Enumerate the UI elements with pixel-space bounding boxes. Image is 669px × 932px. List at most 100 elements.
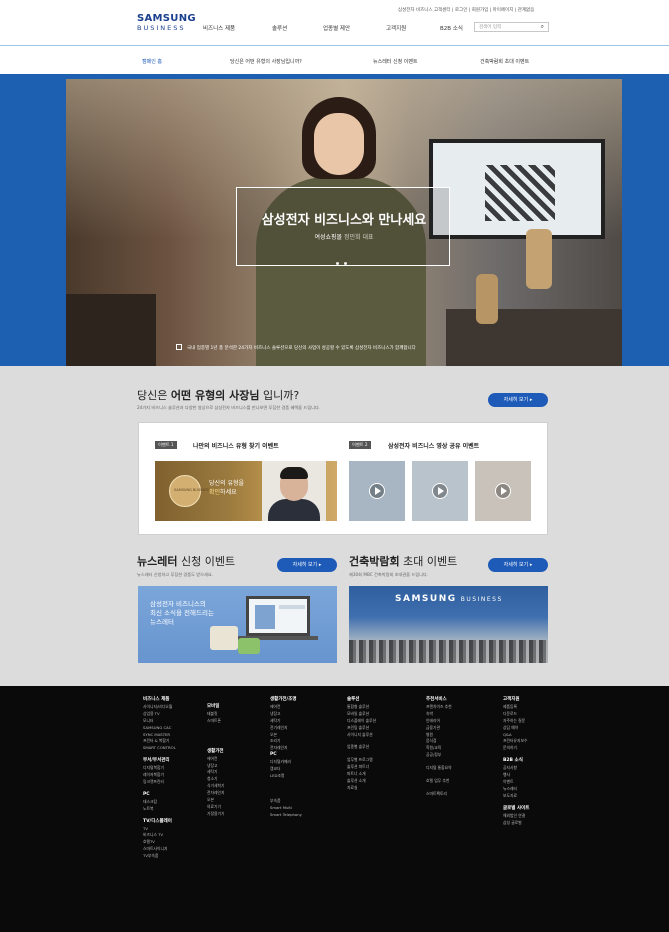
footer-link[interactable]: 스마트사이니지 bbox=[143, 846, 176, 853]
footer-link[interactable]: 디스플레이 솔루션 bbox=[347, 718, 376, 725]
footer-link[interactable]: 세탁기 bbox=[207, 769, 224, 776]
footer-link[interactable]: 청소기 bbox=[207, 776, 224, 783]
nav-solutions[interactable]: 솔루션 bbox=[272, 24, 287, 32]
footer-heading[interactable]: 고객지원 bbox=[503, 697, 529, 704]
footer-link[interactable]: 태블릿 bbox=[207, 711, 224, 718]
footer-link[interactable]: 자주하는 질문 bbox=[503, 718, 529, 725]
nav-products[interactable]: 비즈니스 제품 bbox=[203, 24, 235, 32]
video-thumbnail-1[interactable] bbox=[349, 461, 405, 521]
footer-heading[interactable]: 글로벌 사이트 bbox=[503, 806, 529, 813]
footer-heading[interactable]: 부서/부서관리 bbox=[143, 758, 176, 765]
search-input[interactable]: 검색어 입력 ⌕ bbox=[474, 22, 549, 32]
hero-title-box[interactable]: 삼성전자 비즈니스와 만나세요 여성쇼핑몰 정민희 대표 bbox=[236, 187, 450, 266]
footer-heading[interactable]: PC bbox=[143, 792, 176, 799]
footer-link[interactable]: 공지사항 bbox=[503, 765, 529, 772]
footer-heading[interactable]: 솔루션 bbox=[347, 697, 376, 704]
footer-link[interactable]: 사이니지 솔루션 bbox=[347, 732, 376, 739]
footer-link[interactable]: 보도자료 bbox=[503, 793, 529, 800]
footer-link[interactable]: 모니터 bbox=[143, 718, 176, 725]
footer-link[interactable]: 프랜차이즈 추천 bbox=[426, 704, 452, 711]
footer-link[interactable]: 비즈니스 TV bbox=[143, 832, 176, 839]
footer-link[interactable]: 잉크젯프린터 bbox=[143, 779, 176, 786]
utility-links[interactable]: 삼성전자 비즈니스 고객센터 | 로그인 | 회원가입 | 마이페이지 | 관계… bbox=[398, 7, 534, 13]
footer-link[interactable]: 삼성 글로벌 bbox=[503, 820, 529, 827]
footer-link[interactable]: SYNC MASTER bbox=[143, 732, 176, 739]
footer-link[interactable]: 에어컨 bbox=[270, 704, 302, 711]
footer-link[interactable]: 조리기 bbox=[270, 738, 302, 745]
play-icon[interactable] bbox=[369, 483, 385, 499]
footer-heading[interactable]: 추천서비스 bbox=[426, 697, 452, 704]
footer-link[interactable]: 모바일 솔루션 bbox=[347, 711, 376, 718]
footer-link[interactable]: SAMSUNG CAC bbox=[143, 725, 176, 732]
search-icon[interactable]: ⌕ bbox=[541, 23, 544, 31]
footer-link[interactable]: 프린터 & 복합기 bbox=[143, 738, 176, 745]
footer-link[interactable]: 전기레인지 bbox=[270, 725, 302, 732]
footer-link[interactable]: TV부속품 bbox=[143, 853, 176, 860]
footer-link[interactable]: 오븐 bbox=[270, 732, 302, 739]
footer-heading[interactable]: B2B 소식 bbox=[503, 758, 529, 765]
subnav-expo-event[interactable]: 건축박람회 초대 이벤트 bbox=[480, 58, 529, 65]
footer-link[interactable]: 냉장고 bbox=[207, 763, 224, 770]
video-thumbnail-3[interactable] bbox=[475, 461, 531, 521]
footer-heading[interactable]: 생활가전/조명 bbox=[270, 697, 302, 704]
footer-link[interactable]: 공공/정부 bbox=[426, 752, 452, 759]
footer-link[interactable]: 노트북 bbox=[143, 806, 176, 813]
footer-link[interactable]: 스마트팩토리 bbox=[426, 791, 452, 798]
footer-link[interactable]: Q&A bbox=[503, 732, 529, 739]
footer-link[interactable]: 캠코더 bbox=[270, 766, 302, 773]
carousel-dot-2[interactable] bbox=[344, 262, 347, 265]
footer-link[interactable]: 레이저복합기 bbox=[143, 772, 176, 779]
footer-link[interactable]: 인테리어 bbox=[426, 718, 452, 725]
footer-heading[interactable]: 생활가전 bbox=[207, 749, 224, 756]
subnav-type-event[interactable]: 당신은 어떤 유형의 사장님입니까? bbox=[230, 58, 302, 65]
footer-link[interactable]: 전자레인지 bbox=[207, 790, 224, 797]
footer-link[interactable]: Smart Telephony bbox=[270, 812, 302, 819]
footer-link[interactable]: 금융기관 bbox=[426, 725, 452, 732]
footer-link[interactable]: 냉장고 bbox=[270, 711, 302, 718]
footer-link[interactable]: 세탁기 bbox=[270, 718, 302, 725]
footer-link[interactable]: 상업용 TV bbox=[143, 711, 176, 718]
footer-link[interactable]: 오븐 bbox=[207, 797, 224, 804]
newsletter-banner[interactable]: 삼성전자 비즈니스의 최신 소식을 전해드리는 뉴스레터 bbox=[138, 586, 337, 663]
footer-link[interactable]: TV bbox=[143, 826, 176, 833]
footer-link[interactable]: SMART CONTROL bbox=[143, 745, 176, 752]
footer-link[interactable]: 학원/교육 bbox=[426, 745, 452, 752]
footer-link[interactable]: 디지털복합기 bbox=[143, 765, 176, 772]
footer-link[interactable]: LED조명 bbox=[270, 773, 302, 780]
footer-link[interactable]: 솔루션 소개 bbox=[347, 778, 376, 785]
footer-link[interactable]: 통합형 솔루션 bbox=[347, 704, 376, 711]
nav-industry[interactable]: 업종별 제안 bbox=[323, 24, 350, 32]
footer-link[interactable]: 이벤트 bbox=[503, 779, 529, 786]
footer-link[interactable]: 다운로드 bbox=[503, 711, 529, 718]
footer-link[interactable]: 자료실 bbox=[347, 785, 376, 792]
expo-more-button[interactable]: 자세히 보기 ▸ bbox=[488, 558, 548, 572]
footer-link[interactable]: 가정용기기 bbox=[207, 811, 224, 818]
footer-link[interactable]: 디지털카메라 bbox=[270, 759, 302, 766]
footer-link[interactable]: 문의하기 bbox=[503, 745, 529, 752]
footer-link[interactable]: 식기세척기 bbox=[207, 783, 224, 790]
play-icon[interactable] bbox=[495, 483, 511, 499]
footer-link[interactable]: 뉴스레터 bbox=[503, 786, 529, 793]
newsletter-more-button[interactable]: 자세히 보기 ▸ bbox=[277, 558, 337, 572]
footer-heading[interactable]: TV/디스플레이 bbox=[143, 819, 176, 826]
footer-link[interactable]: 의료기기 bbox=[207, 804, 224, 811]
expo-banner[interactable]: SAMSUNG BUSINESS bbox=[349, 586, 548, 663]
footer-link[interactable]: Smart Multi bbox=[270, 805, 302, 812]
video-thumbnail-2[interactable] bbox=[412, 461, 468, 521]
type-more-button[interactable]: 자세히 보기 ▸ bbox=[488, 393, 548, 407]
footer-link[interactable]: 에어컨 bbox=[207, 756, 224, 763]
subnav-newsletter-event[interactable]: 뉴스레터 신청 이벤트 bbox=[373, 58, 418, 65]
subnav-campaign-home[interactable]: 캠페인 홈 bbox=[142, 58, 162, 65]
footer-link[interactable]: 음식점 bbox=[426, 738, 452, 745]
footer-link[interactable]: 숙박 bbox=[426, 711, 452, 718]
footer-link[interactable]: 솔루션 파트너 bbox=[347, 764, 376, 771]
footer-link[interactable]: 데스크탑 bbox=[143, 799, 176, 806]
footer-link[interactable]: 프린터유지보수 bbox=[503, 738, 529, 745]
footer-heading[interactable]: PC bbox=[270, 752, 302, 759]
footer-link[interactable]: 디지털 통합요약 bbox=[426, 765, 452, 772]
footer-link[interactable]: 제품등록 bbox=[503, 704, 529, 711]
footer-link[interactable]: 행사 bbox=[503, 772, 529, 779]
footer-heading[interactable]: 모바일 bbox=[207, 704, 224, 711]
footer-link[interactable]: 호텔 업무 추천 bbox=[426, 778, 452, 785]
carousel-dot-1[interactable] bbox=[336, 262, 339, 265]
